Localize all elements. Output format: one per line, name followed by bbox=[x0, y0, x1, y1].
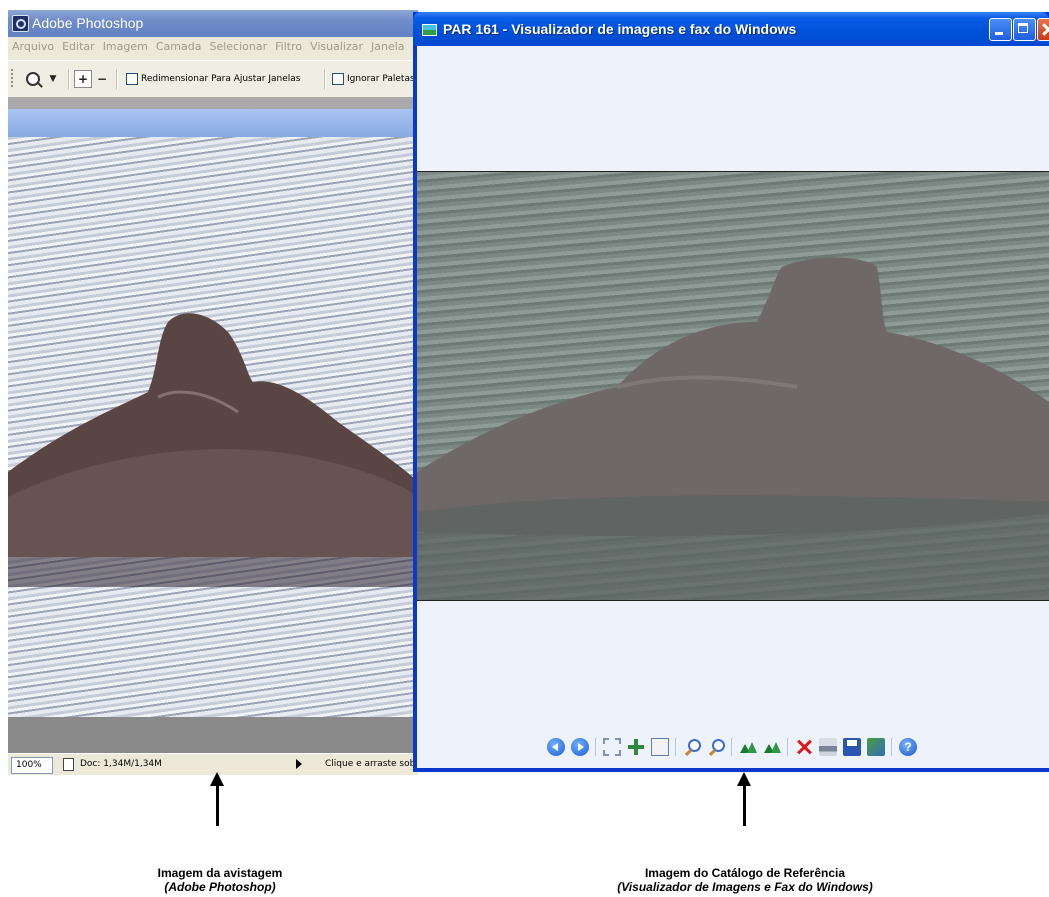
zoom-tool-icon[interactable] bbox=[24, 70, 42, 88]
toolbar-separator bbox=[731, 738, 732, 756]
document-size-text: Doc: 1,34M/1,34M bbox=[80, 759, 162, 769]
photoshop-menu-bar: Arquivo Editar Imagem Camada Selecionar … bbox=[8, 37, 418, 57]
previous-image-icon[interactable] bbox=[547, 738, 565, 756]
sighting-photo[interactable] bbox=[8, 137, 418, 717]
best-fit-icon[interactable] bbox=[603, 738, 621, 756]
zoom-in-icon[interactable]: + bbox=[74, 70, 92, 88]
resize-windows-label: Redimensionar Para Ajustar Janelas bbox=[141, 74, 301, 84]
photoshop-workspace-strip bbox=[8, 97, 418, 109]
resize-windows-checkbox[interactable]: Redimensionar Para Ajustar Janelas bbox=[126, 73, 300, 85]
toolbar-separator bbox=[68, 69, 70, 89]
dolphin-fin-catalog-image bbox=[417, 257, 1049, 600]
toolbar-separator bbox=[787, 738, 788, 756]
toolbar-separator bbox=[116, 69, 118, 89]
left-arrow bbox=[210, 772, 224, 826]
menu-editar[interactable]: Editar bbox=[58, 37, 99, 57]
menu-filtro[interactable]: Filtro bbox=[271, 37, 306, 57]
toolbar-separator bbox=[675, 738, 676, 756]
document-title-bar[interactable] bbox=[8, 109, 418, 137]
menu-camada[interactable]: Camada bbox=[152, 37, 206, 57]
ignore-palettes-label: Ignorar Paletas bbox=[347, 74, 415, 84]
toolbar-grip[interactable] bbox=[11, 69, 13, 89]
next-image-icon[interactable] bbox=[571, 738, 589, 756]
delete-icon[interactable] bbox=[795, 738, 813, 756]
maximize-button[interactable] bbox=[1013, 18, 1036, 41]
print-icon[interactable] bbox=[819, 738, 837, 756]
slideshow-icon[interactable] bbox=[651, 738, 669, 756]
menu-arquivo[interactable]: Arquivo bbox=[8, 37, 58, 57]
picture-viewer-window: PAR 161 - Visualizador de imagens e fax … bbox=[413, 12, 1049, 772]
left-caption-title: Imagem da avistagem bbox=[157, 866, 283, 880]
zoom-level-field[interactable]: 100% bbox=[11, 757, 53, 774]
photoshop-window: Adobe Photoshop Arquivo Editar Imagem Ca… bbox=[8, 10, 418, 775]
ignore-palettes-checkbox[interactable]: Ignorar Paletas bbox=[332, 73, 415, 85]
rotate-counterclockwise-icon[interactable] bbox=[763, 738, 781, 756]
save-icon[interactable] bbox=[843, 738, 861, 756]
photoshop-title: Adobe Photoshop bbox=[32, 15, 144, 31]
tool-preset-dropdown-icon[interactable]: ▼ bbox=[44, 70, 62, 88]
menu-imagem[interactable]: Imagem bbox=[99, 37, 152, 57]
viewer-title: PAR 161 - Visualizador de imagens e fax … bbox=[443, 21, 797, 37]
status-hint-text: Clique e arraste sob bbox=[325, 759, 416, 769]
toolbar-separator bbox=[595, 738, 596, 756]
zoom-out-icon[interactable]: − bbox=[93, 70, 111, 88]
minimize-button[interactable] bbox=[989, 18, 1012, 41]
menu-selecionar[interactable]: Selecionar bbox=[205, 37, 271, 57]
document-icon[interactable] bbox=[63, 758, 74, 771]
menu-visualizar[interactable]: Visualizar bbox=[306, 37, 367, 57]
help-icon[interactable]: ? bbox=[899, 738, 917, 756]
dolphin-fin-sighting-image bbox=[8, 313, 418, 587]
viewer-app-icon[interactable] bbox=[422, 24, 437, 36]
toolbar-separator bbox=[324, 69, 326, 89]
catalog-photo[interactable] bbox=[417, 171, 1049, 601]
right-caption: Imagem do Catálogo de Referência (Visual… bbox=[590, 866, 900, 894]
right-caption-subtitle: (Visualizador de Imagens e Fax do Window… bbox=[617, 880, 873, 894]
edit-icon[interactable] bbox=[867, 738, 885, 756]
zoom-out-icon[interactable] bbox=[707, 738, 725, 756]
toolbar-separator bbox=[891, 738, 892, 756]
menu-janela[interactable]: Janela bbox=[367, 37, 409, 57]
right-arrow bbox=[737, 772, 751, 826]
photoshop-options-bar: ▼ + − Redimensionar Para Ajustar Janelas… bbox=[8, 60, 418, 98]
photoshop-title-bar[interactable]: Adobe Photoshop bbox=[8, 10, 418, 37]
resize-windows-checkbox-box[interactable] bbox=[126, 73, 138, 85]
status-menu-arrow-icon[interactable] bbox=[296, 759, 302, 769]
actual-size-icon[interactable] bbox=[627, 738, 645, 756]
left-caption-subtitle: (Adobe Photoshop) bbox=[164, 880, 276, 894]
photoshop-app-icon[interactable] bbox=[12, 15, 29, 32]
right-caption-title: Imagem do Catálogo de Referência bbox=[644, 866, 846, 880]
viewer-body: ? bbox=[417, 46, 1049, 768]
close-button[interactable] bbox=[1037, 18, 1049, 41]
photoshop-workspace-bottom bbox=[8, 717, 418, 753]
left-caption: Imagem da avistagem (Adobe Photoshop) bbox=[110, 866, 330, 894]
rotate-clockwise-icon[interactable] bbox=[739, 738, 757, 756]
zoom-in-icon[interactable] bbox=[683, 738, 701, 756]
ignore-palettes-checkbox-box[interactable] bbox=[332, 73, 344, 85]
viewer-toolbar: ? bbox=[547, 736, 967, 758]
viewer-title-bar[interactable]: PAR 161 - Visualizador de imagens e fax … bbox=[413, 12, 1049, 46]
